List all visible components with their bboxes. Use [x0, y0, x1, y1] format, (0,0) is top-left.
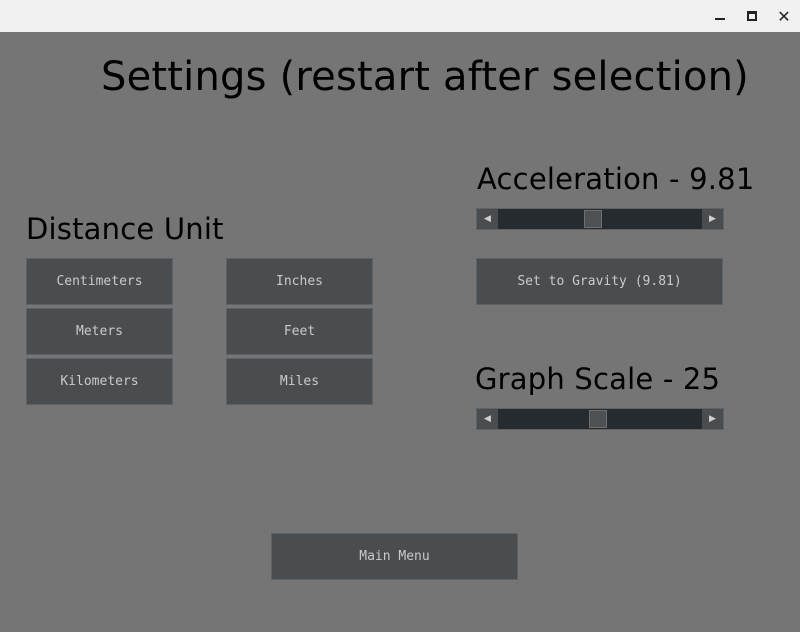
acceleration-slider-thumb[interactable] [584, 210, 602, 228]
set-to-gravity-button[interactable]: Set to Gravity (9.81) [476, 258, 723, 305]
kilometers-button[interactable]: Kilometers [26, 358, 173, 405]
graph-scale-decrease-arrow[interactable]: ◀ [477, 409, 498, 429]
feet-button[interactable]: Feet [226, 308, 373, 355]
title-bar: ✕ [0, 0, 800, 32]
acceleration-heading: Acceleration - 9.81 [477, 162, 755, 196]
distance-unit-heading: Distance Unit [26, 212, 224, 246]
graph-scale-heading: Graph Scale - 25 [475, 362, 721, 396]
graph-scale-slider-track[interactable] [498, 409, 702, 429]
meters-button[interactable]: Meters [26, 308, 173, 355]
minimize-button[interactable] [704, 0, 736, 32]
close-button[interactable]: ✕ [768, 0, 800, 32]
maximize-button[interactable] [736, 0, 768, 32]
page-title: Settings (restart after selection) [101, 54, 749, 100]
acceleration-decrease-arrow[interactable]: ◀ [477, 209, 498, 229]
acceleration-increase-arrow[interactable]: ▶ [702, 209, 723, 229]
inches-button[interactable]: Inches [226, 258, 373, 305]
graph-scale-slider[interactable]: ◀ ▶ [476, 408, 724, 430]
graph-scale-slider-thumb[interactable] [589, 410, 607, 428]
acceleration-slider[interactable]: ◀ ▶ [476, 208, 724, 230]
minimize-icon [715, 18, 725, 20]
centimeters-button[interactable]: Centimeters [26, 258, 173, 305]
graph-scale-increase-arrow[interactable]: ▶ [702, 409, 723, 429]
close-icon: ✕ [777, 6, 791, 26]
maximize-icon [747, 11, 757, 21]
miles-button[interactable]: Miles [226, 358, 373, 405]
acceleration-slider-track[interactable] [498, 209, 702, 229]
main-menu-button[interactable]: Main Menu [271, 533, 518, 580]
